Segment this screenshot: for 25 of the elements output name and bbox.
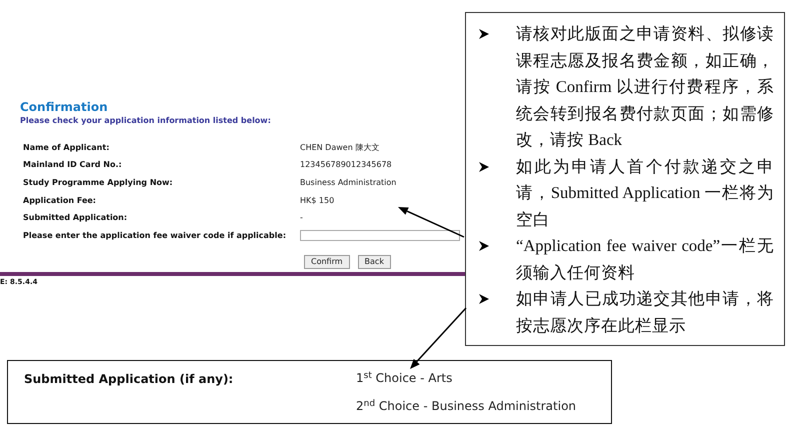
field-label: Please enter the application fee waiver code if applicable: <box>23 230 288 242</box>
back-button[interactable]: Back <box>358 254 391 269</box>
note-text: 请核对此版面之申请资料、拟修读课程志愿及报名费金额，如正确，请按 Confirm 以进行付费程序，系统会转到报名费付款页面；如需修改，请按 Back <box>516 23 774 151</box>
note-text: “Application fee waiver code”一栏无须输入任何资料 <box>516 235 774 284</box>
field-value: 123456789012345678 <box>300 159 392 172</box>
waiver-code-input[interactable] <box>300 230 460 242</box>
field-label: Submitted Application: <box>23 212 128 224</box>
field-label: Mainland ID Card No.: <box>23 159 123 172</box>
submitted-label: Submitted Application (if any): <box>23 371 234 388</box>
field-label: Application Fee: <box>23 194 98 207</box>
choice-text: 2$^{nd}$ Choice - Business Administration <box>356 398 576 414</box>
arrow <box>398 207 464 238</box>
field-value: - <box>300 212 303 224</box>
field-label: Name of Applicant: <box>23 142 110 154</box>
confirm-button[interactable]: Confirm <box>304 254 350 269</box>
choice-text: 1$^{st}$ Choice - Arts <box>356 370 454 386</box>
field-value: Business Administration <box>300 176 396 189</box>
arrow <box>410 308 467 369</box>
field-value: CHEN Dawen 陳大文 <box>300 142 380 154</box>
note-text: 如此为申请人首个付款递交之申请，Submitted Application 一栏将为空白 <box>516 156 774 230</box>
field-value: HK$ 150 <box>300 194 334 207</box>
page-title: Confirmation <box>20 100 109 115</box>
instruction-text: Please check your application information listed below: <box>20 115 272 126</box>
field-label: Study Programme Applying Now: <box>23 176 174 189</box>
note-text: 如申请人已成功递交其他申请，将按志愿次序在此栏显示 <box>516 288 774 336</box>
